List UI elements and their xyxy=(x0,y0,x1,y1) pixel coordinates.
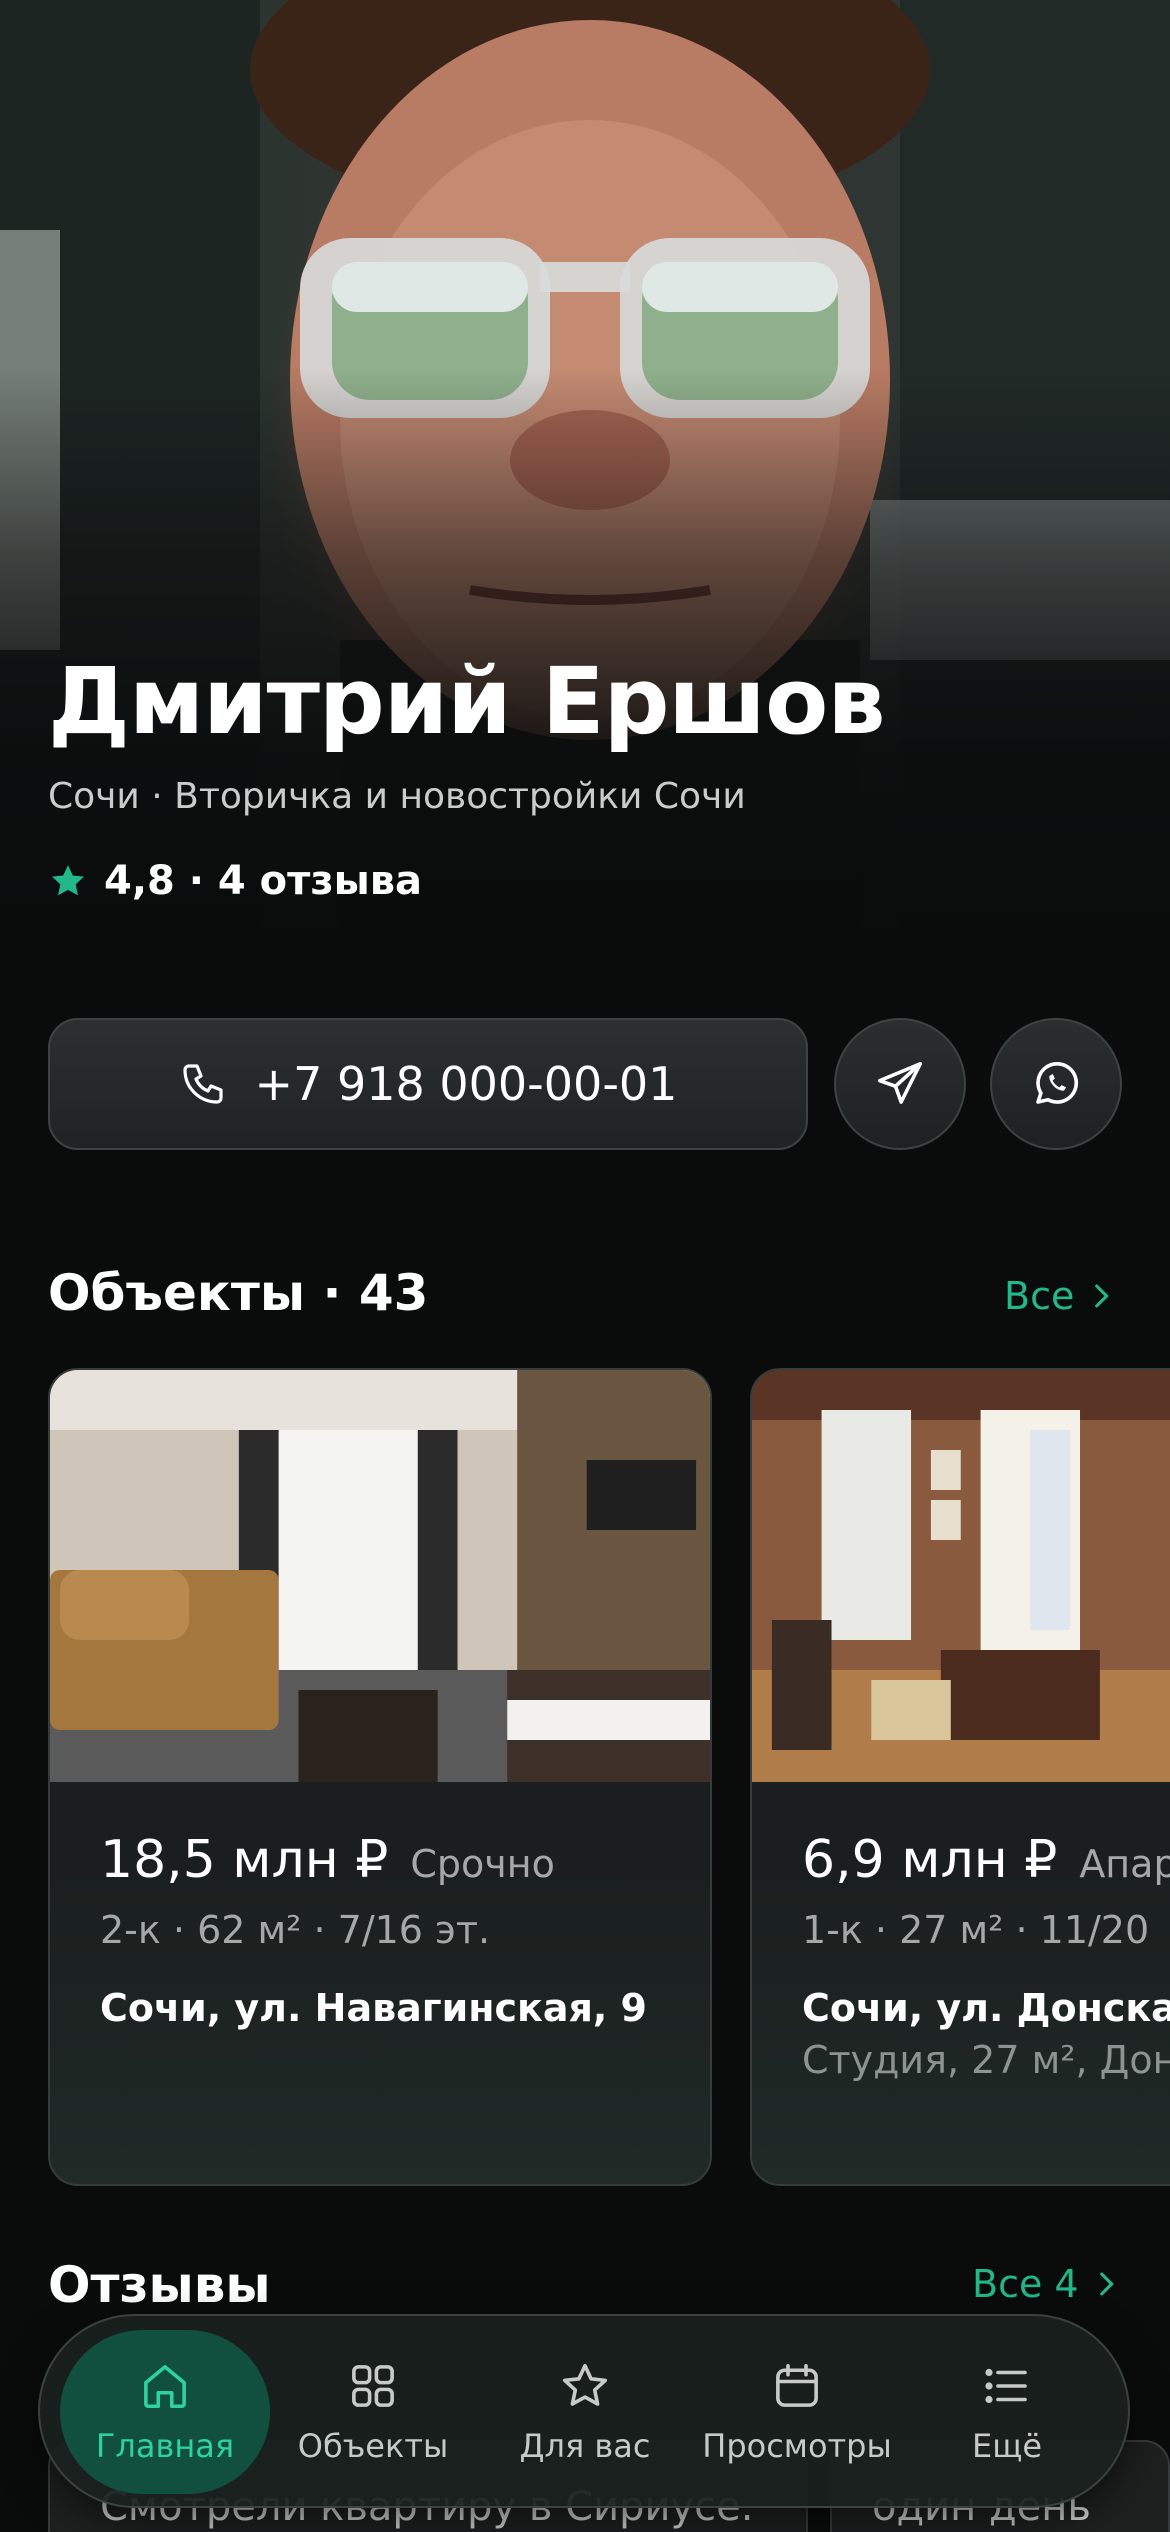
agent-hero: Дмитрий Ершов Сочи · Вторичка и новостро… xyxy=(0,0,1170,970)
agent-subtitle: Сочи · Вторичка и новостройки Сочи xyxy=(48,776,746,817)
listing-card[interactable]: 6,9 млн ₽ Апарт 1-к · 27 м² · 11/20 Сочи… xyxy=(750,1368,1170,2186)
whatsapp-icon xyxy=(1036,1062,1079,1104)
call-button[interactable]: +7 918 000-00-01 xyxy=(48,1018,808,1150)
listing-photo xyxy=(50,1370,710,1782)
listing-card[interactable]: 18,5 млн ₽ Срочно 2-к · 62 м² · 7/16 эт.… xyxy=(48,1368,712,2186)
tab-label: Ещё xyxy=(971,2427,1043,2465)
listing-specs: 2-к · 62 м² · 7/16 эт. xyxy=(100,1908,491,1952)
star-icon xyxy=(52,865,84,896)
reviews-section-title: Отзывы xyxy=(48,2256,271,2314)
listing-photo xyxy=(752,1370,1170,1782)
hero-gradient-overlay xyxy=(0,0,1170,970)
star-icon xyxy=(562,2363,608,2406)
agent-profile-screen: Дмитрий Ершов Сочи · Вторичка и новостро… xyxy=(0,0,1170,2532)
bottom-tab-bar: Главная Объекты Для вас Просмотры Ещё xyxy=(38,2314,1130,2508)
tab-for-you[interactable]: Для вас xyxy=(480,2330,690,2494)
listing-tag: Апарт xyxy=(1079,1842,1170,1886)
phone-icon xyxy=(182,1064,223,1104)
agent-rating[interactable]: 4,8 · 4 отзыва xyxy=(48,858,422,904)
chevron-right-icon xyxy=(1099,2272,1113,2296)
whatsapp-button[interactable] xyxy=(990,1018,1122,1150)
listing-info: 6,9 млн ₽ Апарт 1-к · 27 м² · 11/20 Сочи… xyxy=(802,1830,1170,2082)
tab-label: Главная xyxy=(95,2427,235,2465)
listing-tag: Срочно xyxy=(410,1842,555,1886)
chevron-right-icon xyxy=(1095,1284,1109,1308)
telegram-button[interactable] xyxy=(834,1018,966,1150)
rating-text: 4,8 · 4 отзыва xyxy=(104,858,423,904)
listing-price: 18,5 млн ₽ xyxy=(100,1830,389,1890)
agent-name: Дмитрий Ершов xyxy=(48,648,886,755)
calendar-icon xyxy=(776,2363,818,2407)
listing-address: Сочи, ул. Навагинская, 9 xyxy=(100,1986,647,2030)
listing-description: Студия, 27 м², Донс xyxy=(802,2038,1170,2082)
home-icon xyxy=(144,2365,186,2409)
reviews-all-label: Все 4 xyxy=(972,2262,1079,2306)
tab-home[interactable]: Главная xyxy=(60,2330,270,2494)
listings-all-label: Все xyxy=(1004,1274,1075,1318)
tab-viewings[interactable]: Просмотры xyxy=(692,2330,902,2494)
listing-info: 18,5 млн ₽ Срочно 2-к · 62 м² · 7/16 эт.… xyxy=(100,1830,710,2030)
listings-section-title: Объекты · 43 xyxy=(48,1264,429,1322)
grid-icon xyxy=(352,2365,394,2407)
reviews-all-link[interactable]: Все 4 xyxy=(972,2262,1123,2306)
tab-more[interactable]: Ещё xyxy=(902,2330,1112,2494)
phone-number: +7 918 000-00-01 xyxy=(254,1057,678,1111)
tab-label: Просмотры xyxy=(702,2427,892,2465)
send-icon xyxy=(877,1061,923,1104)
listings-all-link[interactable]: Все xyxy=(1004,1274,1118,1318)
tab-listings[interactable]: Объекты xyxy=(268,2330,478,2494)
listing-specs: 1-к · 27 м² · 11/20 xyxy=(802,1908,1150,1952)
listing-price: 6,9 млн ₽ xyxy=(802,1830,1058,1890)
menu-icon xyxy=(985,2368,1027,2404)
listing-address: Сочи, ул. Донская, xyxy=(802,1986,1170,2030)
tab-label: Для вас xyxy=(519,2427,651,2465)
tab-label: Объекты xyxy=(297,2427,449,2465)
